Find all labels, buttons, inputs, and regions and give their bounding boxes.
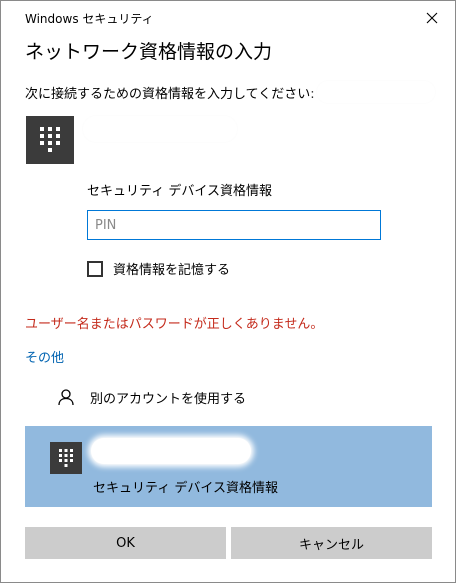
prompt-row: 次に接続するための資格情報を入力してください: [25,81,435,103]
use-other-account-option[interactable]: 別のアカウントを使用する [25,377,431,417]
redacted-server-name [316,81,435,103]
error-message: ユーザー名またはパスワードが正しくありません。 [25,317,324,332]
close-icon [426,12,438,24]
redacted-device-name [83,116,237,142]
close-button[interactable] [415,3,449,33]
ok-button[interactable]: OK [25,527,226,559]
more-choices-link[interactable]: その他 [25,347,64,366]
security-device-label: セキュリティ デバイス資格情報 [87,184,272,199]
keypad-icon [40,127,60,152]
dialog-heading: ネットワーク資格情報の入力 [25,41,273,63]
remember-label: 資格情報を記憶する [113,263,231,278]
keypad-small-icon [59,449,73,467]
security-device-small-tile [50,442,82,474]
security-device-tile [26,116,74,164]
cancel-button[interactable]: キャンセル [231,527,432,559]
use-other-account-label: 別のアカウントを使用する [90,391,247,407]
credential-dialog: Windows セキュリティ ネットワーク資格情報の入力 次に接続するための資格… [0,0,456,583]
window-title: Windows セキュリティ [25,12,154,26]
security-device-option[interactable]: セキュリティ デバイス資格情報 [25,426,432,507]
remember-checkbox[interactable] [87,260,103,277]
pin-input[interactable] [87,210,381,240]
person-icon [58,389,74,406]
security-device-option-label: セキュリティ デバイス資格情報 [93,481,278,496]
redacted-selected-device-name [91,438,251,464]
remember-credentials[interactable]: 資格情報を記憶する [87,259,230,278]
prompt-text: 次に接続するための資格情報を入力してください: [25,86,315,102]
